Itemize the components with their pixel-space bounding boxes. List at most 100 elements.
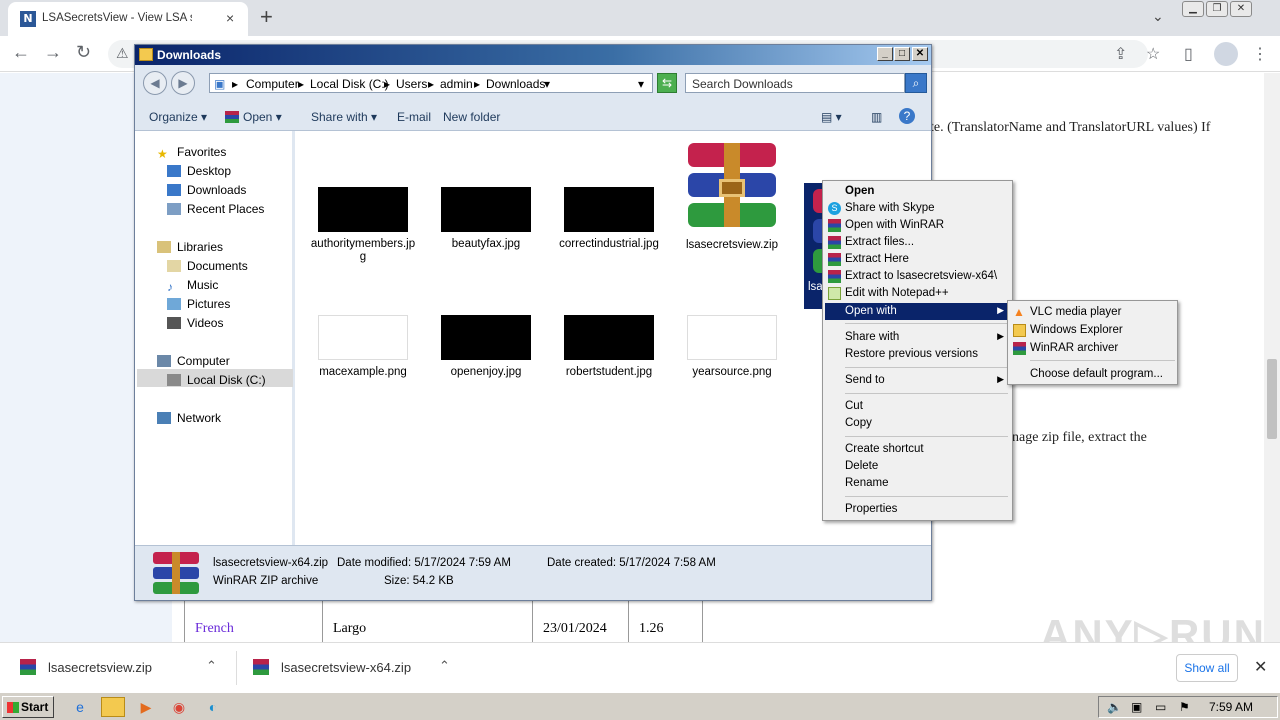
explorer-search-input[interactable]: Search Downloads: [685, 73, 905, 93]
kebab-menu-icon[interactable]: ⋮: [1252, 44, 1268, 64]
tab-close-icon[interactable]: ×: [226, 10, 234, 26]
menu-item-rename[interactable]: Rename: [825, 475, 1010, 492]
submenu-item-winrar[interactable]: WinRAR archiver: [1010, 340, 1175, 357]
email-button[interactable]: E-mail: [397, 110, 431, 124]
forward-arrow-icon[interactable]: →: [44, 42, 62, 63]
nav-music[interactable]: ♪ Music: [167, 278, 218, 294]
explorer-address-bar[interactable]: ▣ ▸ Computer ▸ Local Disk (C:) ▸ Users ▸…: [209, 73, 653, 93]
file-item[interactable]: robertstudent.jpg: [554, 315, 664, 379]
speaker-icon[interactable]: 🔈: [1107, 700, 1122, 714]
menu-item-properties[interactable]: Properties: [825, 501, 1010, 518]
battery-icon[interactable]: ▭: [1155, 700, 1166, 714]
restore-button[interactable]: ❐: [1206, 1, 1228, 17]
clock[interactable]: 7:59 AM: [1209, 700, 1253, 714]
file-item[interactable]: openenjoy.jpg: [431, 315, 541, 379]
media-player-icon[interactable]: ▶: [134, 697, 158, 717]
file-item[interactable]: yearsource.png: [677, 315, 787, 379]
file-item[interactable]: authoritymembers.jpg: [308, 187, 418, 264]
menu-item-restore-versions[interactable]: Restore previous versions: [825, 346, 1010, 363]
breadcrumb-admin[interactable]: admin: [440, 77, 473, 91]
scrollbar-thumb[interactable]: [1267, 359, 1277, 439]
nav-network[interactable]: Network: [157, 411, 221, 425]
network-tray-icon[interactable]: ▣: [1131, 700, 1142, 714]
address-dropdown-icon[interactable]: ▾: [638, 77, 644, 91]
reload-icon[interactable]: ↻: [76, 42, 91, 63]
menu-item-cut[interactable]: Cut: [825, 398, 1010, 415]
menu-item-open-with[interactable]: Open with ▶: [825, 303, 1010, 320]
nav-local-disk[interactable]: Local Disk (C:): [167, 373, 266, 387]
tab-search-icon[interactable]: ⌄: [1152, 8, 1164, 25]
search-icon[interactable]: ⌕: [905, 73, 927, 93]
close-window-button[interactable]: ✕: [1230, 1, 1252, 17]
open-button[interactable]: Open ▾: [225, 110, 282, 124]
nav-favorites[interactable]: ★ Favorites: [157, 145, 226, 161]
back-arrow-icon[interactable]: ←: [12, 42, 30, 63]
breadcrumb-downloads[interactable]: Downloads: [486, 77, 545, 91]
share-with-button[interactable]: Share with ▾: [311, 110, 377, 124]
menu-item-copy[interactable]: Copy: [825, 415, 1010, 432]
view-icon[interactable]: ▤ ▾: [821, 110, 842, 124]
close-icon[interactable]: ✕: [1254, 657, 1267, 677]
menu-item-share-with[interactable]: Share with ▶: [825, 329, 1010, 346]
nav-computer[interactable]: Computer: [157, 354, 230, 368]
breadcrumb-computer[interactable]: Computer: [246, 77, 299, 91]
edge-icon[interactable]: ◐: [201, 697, 225, 717]
submenu-item-vlc[interactable]: ▲ VLC media player: [1010, 304, 1175, 321]
help-icon[interactable]: ?: [899, 108, 915, 124]
nav-downloads[interactable]: Downloads: [167, 183, 246, 197]
explorer-close-button[interactable]: ✕: [912, 47, 928, 61]
sidepanel-icon[interactable]: ▯: [1184, 44, 1193, 64]
menu-item-extract-files[interactable]: Extract files...: [825, 234, 1010, 251]
new-folder-button[interactable]: New folder: [443, 110, 500, 124]
menu-item-send-to[interactable]: Send to ▶: [825, 372, 1010, 389]
menu-item-extract-here[interactable]: Extract Here: [825, 251, 1010, 268]
menu-item-open[interactable]: Open: [825, 183, 1010, 200]
nav-documents[interactable]: Documents: [167, 259, 248, 273]
preview-pane-icon[interactable]: ▥: [871, 110, 882, 124]
menu-item-share-skype[interactable]: S Share with Skype: [825, 200, 1010, 217]
star-icon[interactable]: ☆: [1146, 44, 1160, 64]
start-button[interactable]: Start: [2, 696, 54, 718]
profile-avatar[interactable]: [1214, 42, 1238, 66]
explorer-back-button[interactable]: ◀: [143, 71, 167, 95]
share-icon[interactable]: ⇪: [1114, 44, 1127, 64]
nav-pictures[interactable]: Pictures: [167, 297, 230, 311]
chrome-icon[interactable]: ◉: [167, 697, 191, 717]
chevron-up-icon[interactable]: ⌃: [439, 658, 450, 674]
organize-button[interactable]: Organize ▾: [149, 110, 207, 124]
file-item[interactable]: lsasecretsview.zip: [677, 143, 787, 252]
table-cell-language[interactable]: French: [184, 599, 323, 644]
explorer-taskbar-icon[interactable]: [101, 697, 125, 717]
browser-tab[interactable]: N LSASecretsView - View LSA secrets s ×: [8, 2, 248, 36]
page-scrollbar[interactable]: [1264, 73, 1280, 642]
menu-item-delete[interactable]: Delete: [825, 458, 1010, 475]
breadcrumb-localdisk[interactable]: Local Disk (C:): [310, 77, 389, 91]
minimize-button[interactable]: ▁: [1182, 1, 1204, 17]
breadcrumb-users[interactable]: Users: [396, 77, 427, 91]
file-item[interactable]: correctindustrial.jpg: [554, 187, 664, 251]
explorer-minimize-button[interactable]: _: [877, 47, 893, 61]
chevron-up-icon[interactable]: ⌃: [206, 658, 217, 674]
ie-icon[interactable]: e: [68, 697, 92, 717]
nav-recent-places[interactable]: Recent Places: [167, 202, 264, 216]
nav-desktop[interactable]: Desktop: [167, 164, 231, 178]
submenu-item-windows-explorer[interactable]: Windows Explorer: [1010, 322, 1175, 339]
new-tab-button[interactable]: +: [260, 4, 273, 30]
download-item[interactable]: lsasecretsview.zip ⌃: [0, 643, 236, 693]
file-item[interactable]: macexample.png: [308, 315, 418, 379]
submenu-item-choose-default[interactable]: Choose default program...: [1010, 366, 1175, 383]
flag-icon[interactable]: ⚑: [1179, 700, 1190, 714]
show-all-button[interactable]: Show all: [1176, 654, 1238, 682]
menu-item-extract-to[interactable]: Extract to lsasecretsview-x64\: [825, 268, 1010, 285]
menu-item-open-winrar[interactable]: Open with WinRAR: [825, 217, 1010, 234]
download-item[interactable]: lsasecretsview-x64.zip ⌃: [237, 643, 469, 693]
file-item[interactable]: beautyfax.jpg: [431, 187, 541, 251]
explorer-titlebar[interactable]: Downloads _ □ ✕: [135, 45, 931, 65]
nav-videos[interactable]: Videos: [167, 316, 223, 330]
refresh-icon[interactable]: ⇆: [657, 73, 677, 93]
explorer-maximize-button[interactable]: □: [894, 47, 910, 61]
explorer-forward-button[interactable]: ▶: [171, 71, 195, 95]
menu-item-create-shortcut[interactable]: Create shortcut: [825, 441, 1010, 458]
nav-libraries[interactable]: Libraries: [157, 240, 223, 254]
menu-item-edit-notepadpp[interactable]: Edit with Notepad++: [825, 285, 1010, 302]
